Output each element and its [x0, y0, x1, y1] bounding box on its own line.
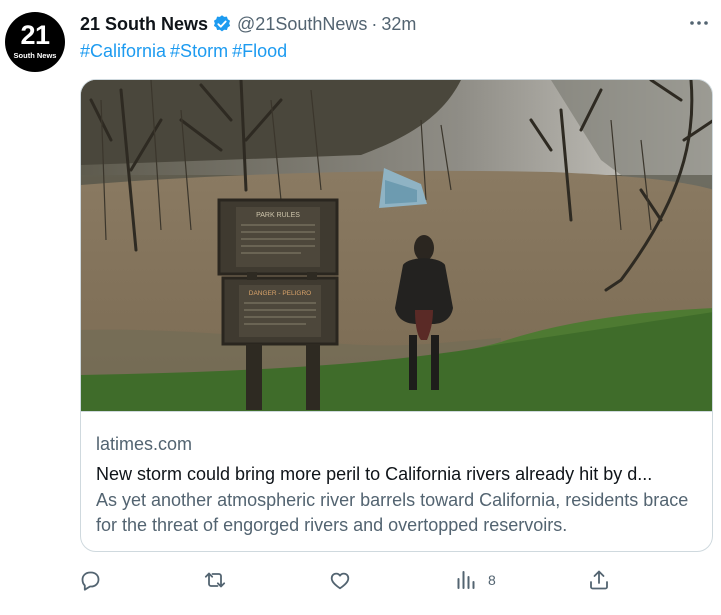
- share-icon: [590, 570, 608, 590]
- card-headline: New storm could bring more peril to Cali…: [96, 464, 653, 484]
- card-domain: latimes.com: [96, 434, 193, 454]
- hashtag-storm[interactable]: #Storm: [170, 41, 228, 61]
- avatar-subtitle: South News: [13, 51, 57, 60]
- hashtags: #California #Storm #Flood: [80, 40, 291, 62]
- hashtag-california[interactable]: #California: [80, 41, 166, 61]
- verified-badge-icon[interactable]: [212, 14, 232, 34]
- avatar[interactable]: 21 South News: [5, 12, 65, 72]
- like-icon: [330, 572, 350, 590]
- like-button[interactable]: [328, 566, 352, 594]
- separator-dot: ·: [371, 13, 378, 34]
- tweet-header: 21 South News @21SouthNews · 32m: [80, 13, 416, 35]
- tweet-time[interactable]: 32m: [381, 14, 416, 35]
- views-icon: [457, 571, 475, 589]
- retweet-button[interactable]: [203, 566, 227, 594]
- action-bar: 8: [78, 566, 638, 594]
- sign-bottom-text: DANGER - PELIGRO: [249, 290, 311, 297]
- reply-button[interactable]: [78, 566, 102, 594]
- tweet: 21 South News 21 South News @21SouthNews…: [0, 0, 721, 615]
- hashtag-flood[interactable]: #Flood: [232, 41, 287, 61]
- views-button[interactable]: 8: [454, 566, 496, 594]
- avatar-number: 21: [20, 20, 50, 50]
- link-card[interactable]: PARK RULES DANGER - PELIGRO latimes.com …: [80, 79, 713, 552]
- author-name[interactable]: 21 South News: [80, 14, 208, 35]
- retweet-icon: [204, 572, 226, 588]
- author-handle[interactable]: @21SouthNews: [237, 14, 367, 35]
- reply-icon: [81, 571, 100, 591]
- views-count: 8: [488, 572, 496, 588]
- more-icon[interactable]: [688, 14, 710, 32]
- card-image[interactable]: PARK RULES DANGER - PELIGRO: [81, 80, 713, 411]
- sign-top-text: PARK RULES: [256, 212, 300, 219]
- card-text[interactable]: latimes.com New storm could bring more p…: [81, 411, 712, 551]
- share-button[interactable]: [587, 566, 611, 594]
- card-description: As yet another atmospheric river barrels…: [96, 490, 689, 535]
